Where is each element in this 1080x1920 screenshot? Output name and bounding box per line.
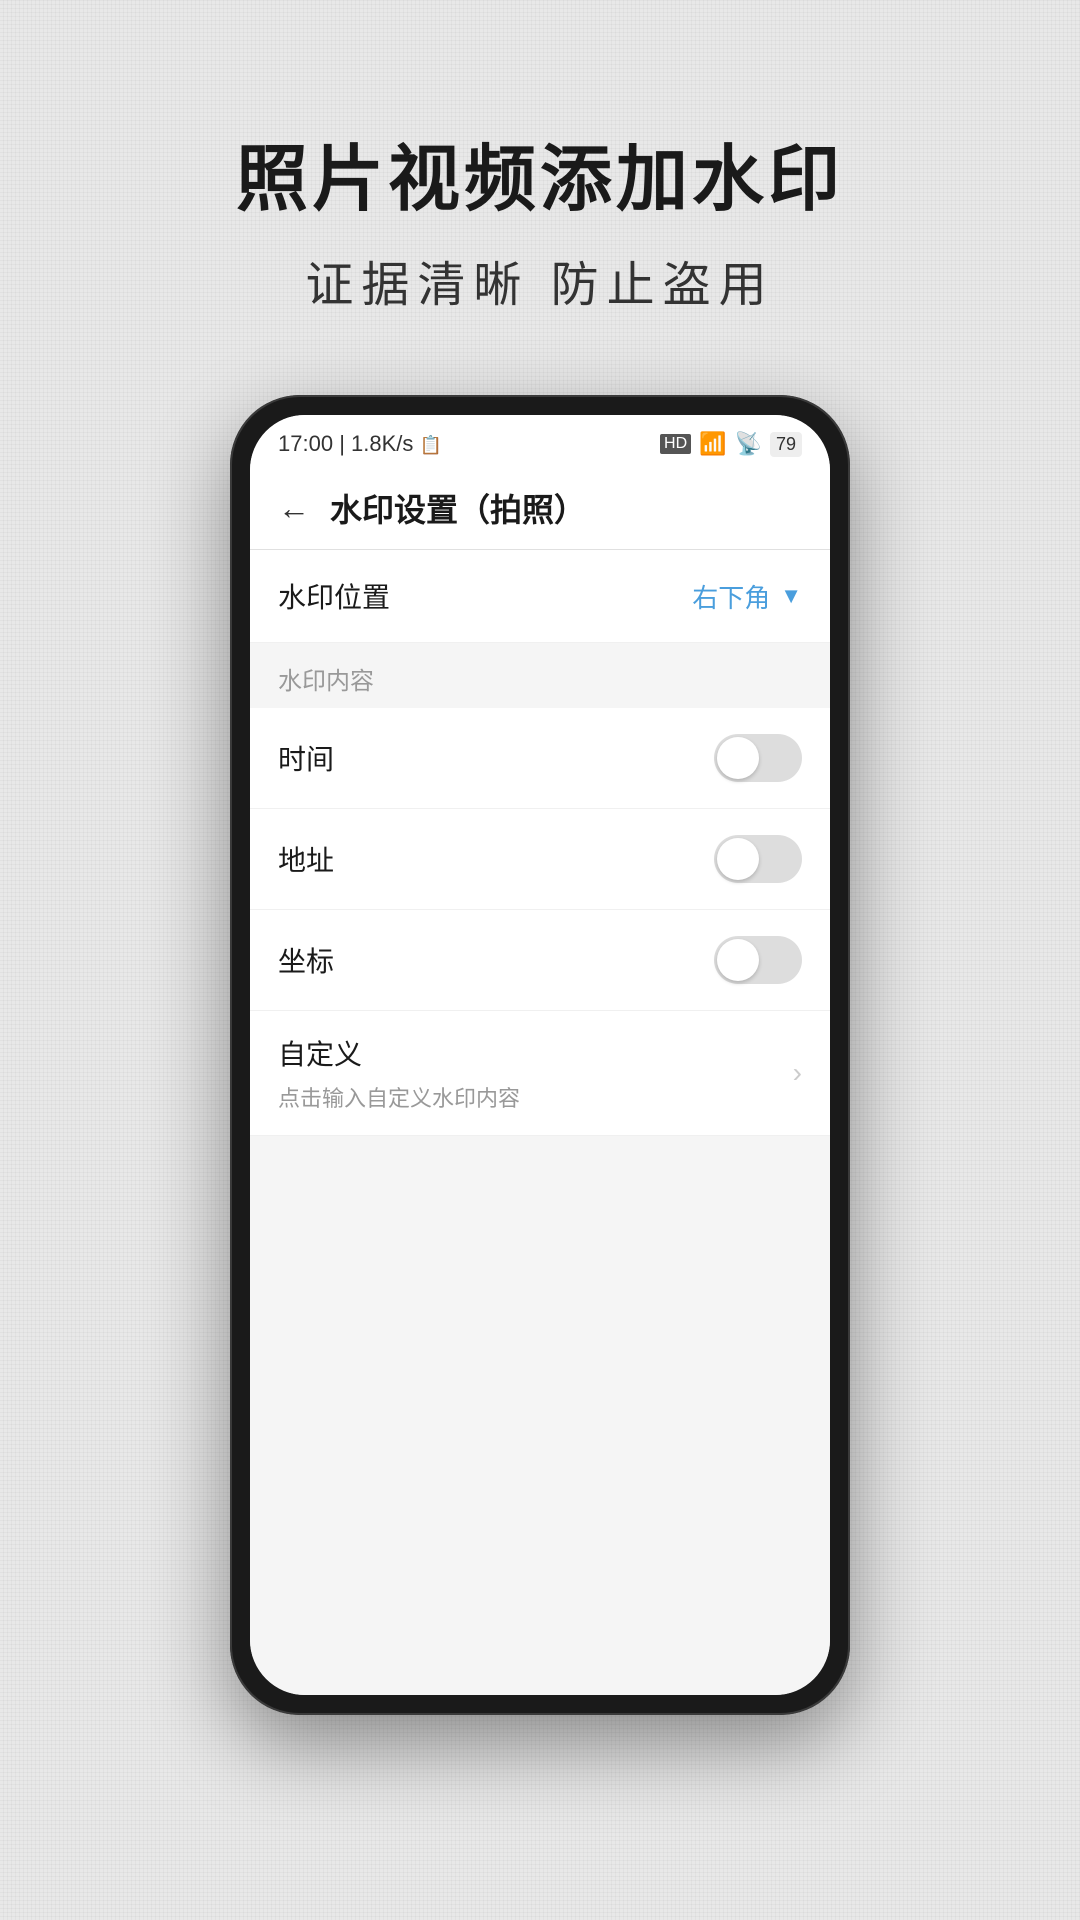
content-area: 水印位置 右下角 ▼ 水印内容 时间 <box>250 550 830 1695</box>
status-icons: HD 📶 📡 79 <box>660 431 802 457</box>
custom-watermark-row[interactable]: 自定义 点击输入自定义水印内容 › <box>250 1011 830 1136</box>
chevron-down-icon: ▼ <box>780 583 802 609</box>
battery-badge: 79 <box>770 432 802 457</box>
signal-icon: 📶 <box>699 431 726 457</box>
watermark-content-header: 水印内容 <box>250 643 830 708</box>
coordinates-label: 坐标 <box>278 940 334 980</box>
address-label: 地址 <box>278 839 334 879</box>
phone-mockup: 17:00 | 1.8K/s 📋 HD 📶 📡 79 ← 水印设置（拍照） 水 <box>230 395 850 1715</box>
watermark-position-row[interactable]: 水印位置 右下角 ▼ <box>250 550 830 643</box>
address-toggle[interactable] <box>714 835 802 883</box>
watermark-position-label: 水印位置 <box>278 576 390 616</box>
sub-title: 证据清晰 防止盗用 <box>236 245 844 315</box>
main-title: 照片视频添加水印 <box>236 120 844 225</box>
address-setting-row: 地址 <box>250 809 830 910</box>
time-label: 时间 <box>278 738 334 778</box>
coordinates-toggle[interactable] <box>714 936 802 984</box>
status-time: 17:00 | 1.8K/s 📋 <box>278 431 442 457</box>
address-toggle-knob <box>717 838 759 880</box>
time-setting-row: 时间 <box>250 708 830 809</box>
section-header-text: 水印内容 <box>278 668 374 695</box>
custom-watermark-text: 自定义 点击输入自定义水印内容 <box>278 1033 520 1113</box>
watermark-position-value-container: 右下角 ▼ <box>692 578 802 615</box>
status-bar: 17:00 | 1.8K/s 📋 HD 📶 📡 79 <box>250 415 830 467</box>
time-toggle[interactable] <box>714 734 802 782</box>
watermark-position-value: 右下角 <box>692 578 770 615</box>
time-toggle-knob <box>717 737 759 779</box>
app-bar-title: 水印设置（拍照） <box>330 485 586 531</box>
watermark-position-section: 水印位置 右下角 ▼ <box>250 550 830 643</box>
app-bar: ← 水印设置（拍照） <box>250 467 830 550</box>
back-button[interactable]: ← <box>278 490 310 527</box>
top-text-area: 照片视频添加水印 证据清晰 防止盗用 <box>236 120 844 315</box>
chevron-right-icon: › <box>793 1057 802 1089</box>
coordinates-setting-row: 坐标 <box>250 910 830 1011</box>
hd-icon: HD <box>660 434 691 454</box>
coordinates-toggle-knob <box>717 939 759 981</box>
toggle-settings-section: 时间 地址 坐标 <box>250 708 830 1011</box>
custom-label: 自定义 <box>278 1033 520 1073</box>
wifi-icon: 📡 <box>735 431 762 457</box>
custom-sublabel: 点击输入自定义水印内容 <box>278 1081 520 1113</box>
phone-screen: 17:00 | 1.8K/s 📋 HD 📶 📡 79 ← 水印设置（拍照） 水 <box>250 415 830 1695</box>
